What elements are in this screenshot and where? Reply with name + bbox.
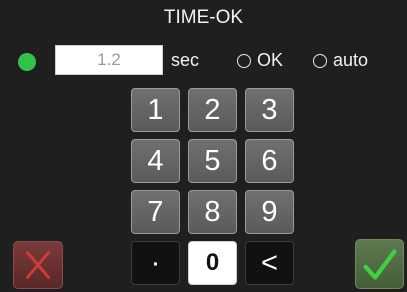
key-0[interactable]: 0	[188, 241, 237, 285]
key-4[interactable]: 4	[131, 139, 180, 183]
key-2[interactable]: 2	[188, 88, 237, 132]
radio-circle-icon	[237, 53, 251, 68]
key-3[interactable]: 3	[245, 88, 294, 132]
screen-title: TIME-OK	[163, 7, 244, 28]
key-6[interactable]: 6	[245, 139, 294, 183]
x-icon	[26, 251, 50, 279]
checkmark-icon	[363, 249, 397, 280]
key-8[interactable]: 8	[188, 190, 237, 234]
key-5[interactable]: 5	[188, 139, 237, 183]
radio-auto[interactable]: auto	[313, 50, 368, 71]
status-indicator	[18, 53, 36, 71]
unit-label: sec	[171, 50, 200, 70]
radio-auto-label: auto	[333, 50, 369, 70]
key-decimal[interactable]: ·	[131, 241, 180, 285]
radio-ok[interactable]: OK	[237, 50, 283, 71]
radio-circle-icon	[313, 53, 327, 68]
time-value-field[interactable]: 1.2	[55, 45, 163, 75]
radio-ok-label: OK	[257, 50, 284, 70]
key-9[interactable]: 9	[245, 190, 294, 234]
key-1[interactable]: 1	[131, 88, 180, 132]
cancel-button[interactable]	[13, 241, 63, 289]
confirm-button[interactable]	[355, 239, 404, 289]
key-7[interactable]: 7	[131, 190, 180, 234]
key-backspace[interactable]: <	[245, 241, 294, 285]
